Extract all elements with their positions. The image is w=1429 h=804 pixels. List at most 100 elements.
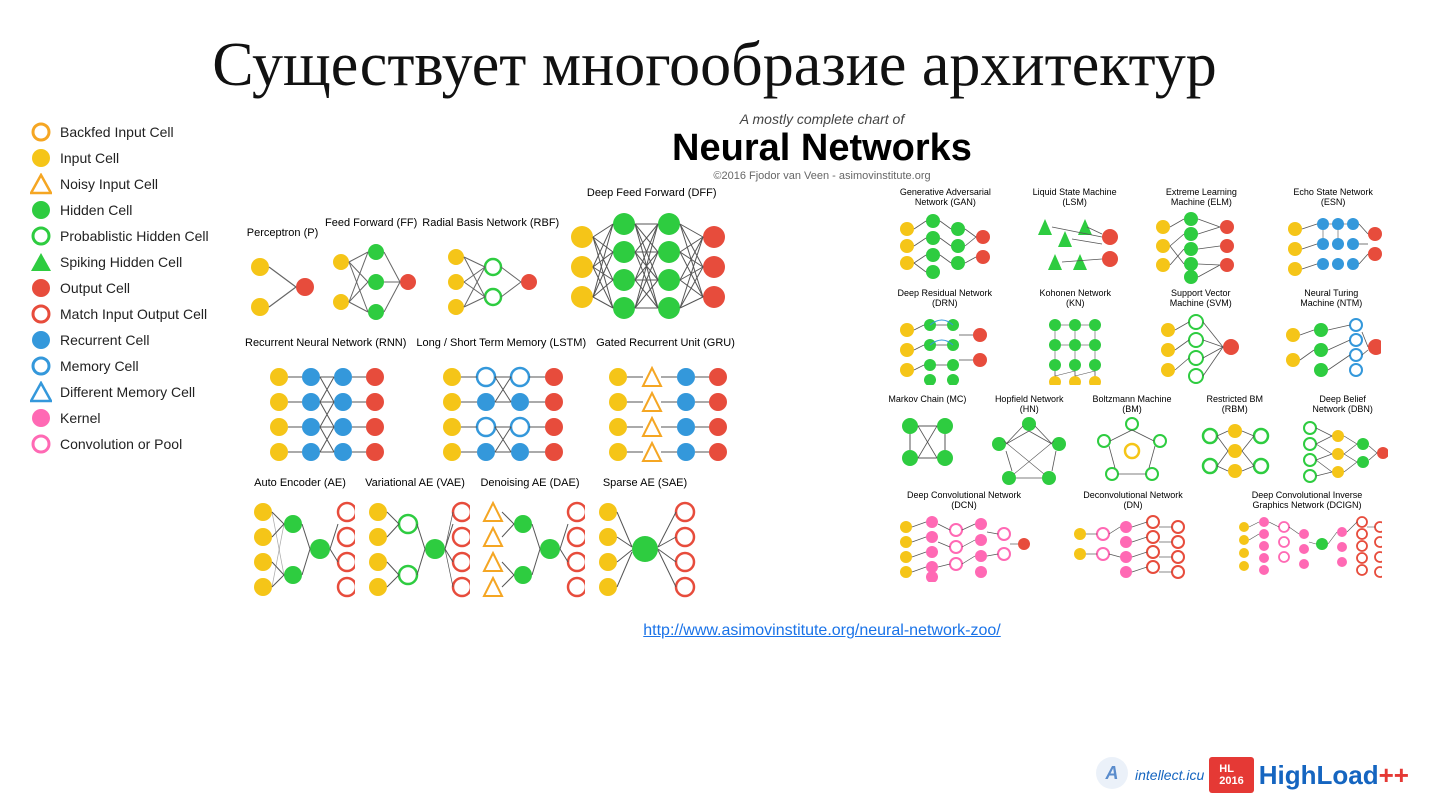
kernel-icon (30, 407, 52, 429)
gan-label: Generative Adversarial Network (GAN) (893, 187, 998, 207)
output-label: Output Cell (60, 280, 130, 296)
backfed-input-label: Backfed Input Cell (60, 124, 174, 140)
noisy-input-icon (30, 173, 52, 195)
hidden-icon (30, 199, 52, 221)
drn-net: Deep Residual Network (DRN) (895, 288, 995, 385)
legend-item-recurrent: Recurrent Cell (30, 329, 245, 351)
esn-diagram (1283, 209, 1383, 284)
vae-net: Variational AE (VAE) (360, 477, 470, 612)
diff-memory-label: Different Memory Cell (60, 384, 195, 400)
intellect-text: intellect.icu (1135, 767, 1204, 783)
right-row-4: Deep Convolutional Network (DCN) (877, 490, 1399, 582)
slide: Существует многообразие архитектур Backf… (0, 0, 1429, 804)
dcign-label: Deep Convolutional Inverse Graphics Netw… (1237, 490, 1377, 510)
svm-label: Support Vector Machine (SVM) (1156, 288, 1246, 308)
lstm-diagram (434, 352, 569, 472)
memory-label: Memory Cell (60, 358, 139, 374)
legend-item-diff-memory: Different Memory Cell (30, 381, 245, 403)
legend-item-kernel: Kernel (30, 407, 245, 429)
dn-net: Deconvolutional Network (DN) (1068, 490, 1198, 582)
perceptron-net: Perceptron (P) (245, 227, 320, 332)
lstm-net: Long / Short Term Memory (LSTM) (416, 337, 586, 472)
dcign-diagram (1232, 512, 1382, 582)
page-title: Существует многообразие архитектур (30, 30, 1399, 101)
legend: Backfed Input Cell Input Cell Nois (30, 121, 245, 640)
ae-diagram (245, 492, 355, 612)
prob-hidden-icon (30, 225, 52, 247)
hn-net: Hopfield Network (HN) (989, 394, 1069, 486)
lstm-label: Long / Short Term Memory (LSTM) (416, 337, 586, 349)
intellect-brand: A (1095, 756, 1130, 794)
hl-year-num: 2016 (1219, 775, 1243, 787)
neural-zoo-link[interactable]: http://www.asimovinstitute.org/neural-ne… (643, 622, 1000, 639)
kn-label: Kohonen Network (KN) (1030, 288, 1120, 308)
memory-icon (30, 355, 52, 377)
perceptron-label: Perceptron (P) (247, 227, 319, 239)
right-row-3: Markov Chain (MC) (877, 394, 1399, 486)
legend-item-noisy: Noisy Input Cell (30, 173, 245, 195)
prob-hidden-label: Probablistic Hidden Cell (60, 228, 209, 244)
ntm-net: Neural Turing Machine (NTM) (1281, 288, 1381, 390)
main-chart: A mostly complete chart of Neural Networ… (245, 111, 1399, 640)
mc-diagram (890, 406, 965, 476)
dbn-label: Deep Belief Network (DBN) (1303, 394, 1383, 414)
right-row-1: Generative Adversarial Network (GAN) (877, 187, 1399, 284)
legend-item-backfed: Backfed Input Cell (30, 121, 245, 143)
convolution-icon (30, 433, 52, 455)
esn-label: Echo State Network (ESN) (1288, 187, 1378, 207)
dcn-net: Deep Convolutional Network (DCN) (894, 490, 1034, 582)
dcign-net: Deep Convolutional Inverse Graphics Netw… (1232, 490, 1382, 582)
bottom-link-container: http://www.asimovinstitute.org/neural-ne… (245, 622, 1399, 640)
gan-diagram (895, 209, 995, 284)
svm-diagram (1156, 310, 1246, 385)
bm-label: Boltzmann Machine (BM) (1092, 394, 1172, 414)
network-row-3: Auto Encoder (AE) (245, 477, 869, 612)
mc-net: Markov Chain (MC) (888, 394, 966, 476)
rbm-diagram (1195, 416, 1275, 486)
kn-diagram (1030, 310, 1120, 385)
legend-item-spiking: Spiking Hidden Cell (30, 251, 245, 273)
network-row-2: Recurrent Neural Network (RNN) (245, 337, 869, 472)
hl-plus: ++ (1379, 760, 1409, 790)
legend-item-hidden: Hidden Cell (30, 199, 245, 221)
dn-label: Deconvolutional Network (DN) (1073, 490, 1193, 510)
rbf-label: Radial Basis Network (RBF) (422, 217, 559, 229)
right-row-2: Deep Residual Network (DRN) (877, 288, 1399, 390)
content-area: Backfed Input Cell Input Cell Nois (30, 111, 1399, 640)
kn-net: Kohonen Network (KN) (1030, 288, 1120, 385)
sae-label: Sparse AE (SAE) (603, 477, 687, 489)
main-networks: Perceptron (P) (245, 187, 869, 617)
gru-label: Gated Recurrent Unit (GRU) (596, 337, 735, 349)
chart-credit: ©2016 Fjodor van Veen - asimovinstitute.… (245, 170, 1399, 182)
noisy-input-label: Noisy Input Cell (60, 176, 158, 192)
elm-diagram (1151, 209, 1251, 284)
match-io-label: Match Input Output Cell (60, 306, 207, 322)
chart-main-title: Neural Networks (245, 127, 1399, 170)
lsm-net: Liquid State Machine (LSM) (1030, 187, 1120, 284)
sae-net: Sparse AE (SAE) (590, 477, 700, 612)
network-row-1: Perceptron (P) (245, 187, 869, 332)
rbm-net: Restricted BM (RBM) (1195, 394, 1275, 486)
legend-item-memory: Memory Cell (30, 355, 245, 377)
hl-year-badge: HL 2016 (1209, 757, 1253, 793)
sae-diagram (590, 492, 700, 612)
legend-item-match-io: Match Input Output Cell (30, 303, 245, 325)
dae-net: Denoising AE (DAE) (475, 477, 585, 612)
gru-diagram (600, 352, 730, 472)
hn-label: Hopfield Network (HN) (989, 394, 1069, 414)
elm-label: Extreme Learning Machine (ELM) (1156, 187, 1246, 207)
diff-memory-icon (30, 381, 52, 403)
backfed-input-icon (30, 121, 52, 143)
rnn-net: Recurrent Neural Network (RNN) (245, 337, 406, 472)
highload-text: HighLoad++ (1259, 760, 1409, 791)
legend-item-prob-hidden: Probablistic Hidden Cell (30, 225, 245, 247)
dn-diagram (1068, 512, 1198, 582)
bm-diagram (1092, 416, 1172, 486)
dae-label: Denoising AE (DAE) (480, 477, 579, 489)
spiking-hidden-icon (30, 251, 52, 273)
ae-label: Auto Encoder (AE) (254, 477, 346, 489)
rnn-label: Recurrent Neural Network (RNN) (245, 337, 406, 349)
legend-item-output: Output Cell (30, 277, 245, 299)
drn-label: Deep Residual Network (DRN) (895, 288, 995, 308)
dcn-label: Deep Convolutional Network (DCN) (899, 490, 1029, 510)
